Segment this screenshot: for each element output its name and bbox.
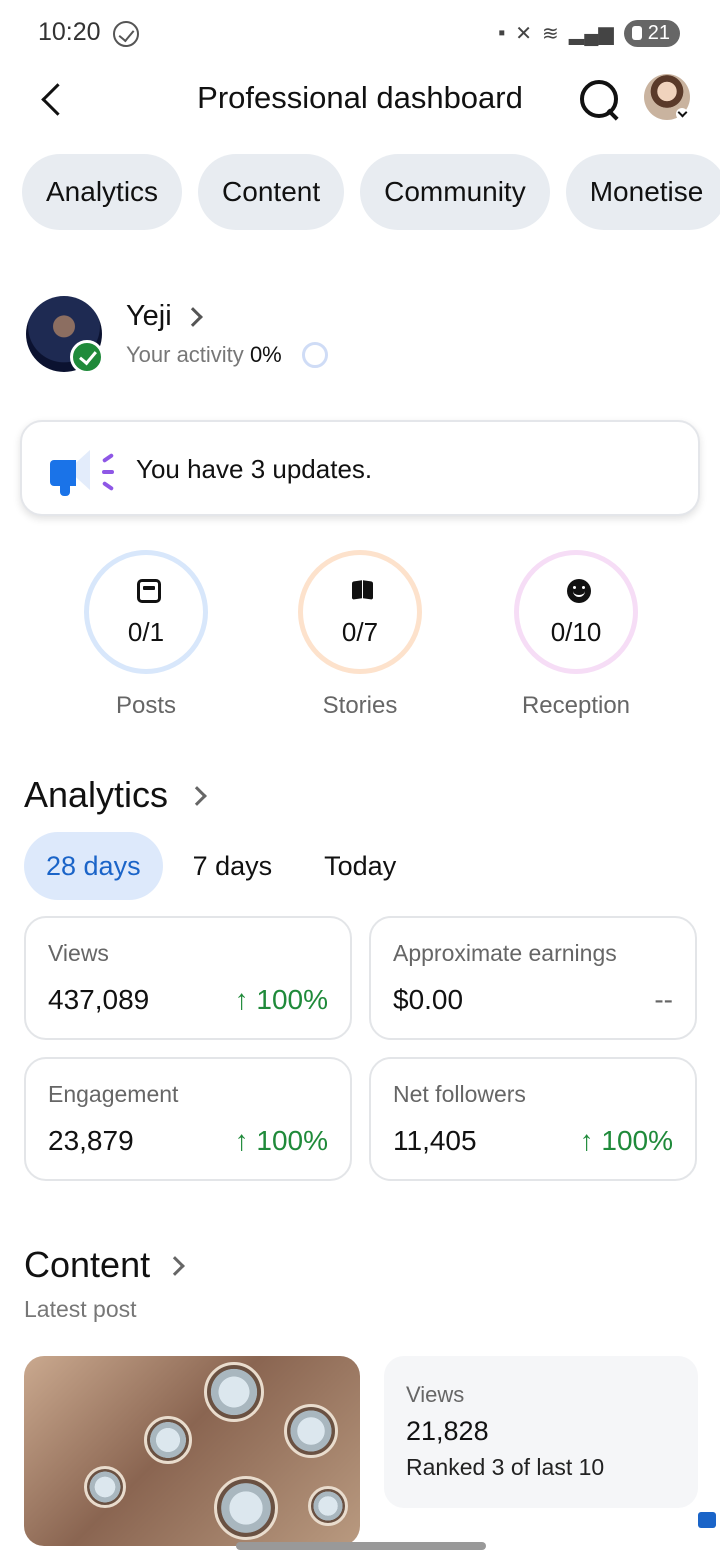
metric-value: 23,879 [48, 1125, 134, 1156]
metric-value: $0.00 [393, 984, 464, 1015]
book-icon [351, 579, 375, 603]
posts-label: Posts [115, 692, 177, 719]
stories-progress-ring: 0/7 [298, 550, 422, 674]
chevron-down-icon[interactable] [676, 108, 688, 120]
range-28-days[interactable]: 28 days [24, 832, 163, 900]
metric-card-earnings[interactable]: Approximate earnings $0.00 -- [369, 916, 697, 1040]
wifi-icon: ≋ [542, 23, 559, 45]
status-bar: 10:20 ▪ ✕ ≋ ▂▄▆ 21 [0, 0, 720, 66]
reception-value: 0/10 [550, 617, 602, 647]
activity-label: Your activity [126, 342, 244, 367]
reception-label: Reception [521, 692, 631, 719]
metric-label: Approximate earnings [393, 940, 617, 966]
post-icon [137, 579, 161, 603]
activity-value: 0% [249, 342, 282, 367]
post-views-label: Views [406, 1382, 465, 1407]
megaphone-icon [46, 448, 116, 496]
metric-delta: ↑ 100% [579, 1125, 673, 1156]
check-circle-icon [113, 21, 139, 47]
folder-lock-icon [698, 1512, 716, 1528]
updates-text: You have 3 updates. [136, 454, 373, 484]
reception-progress-ring: 0/10 [514, 550, 638, 674]
metric-value: 437,089 [48, 984, 150, 1015]
tab-community[interactable]: Community [360, 154, 550, 230]
mute-icon: ✕ [515, 23, 533, 45]
range-7-days[interactable]: 7 days [171, 832, 295, 900]
status-time: 10:20 [38, 18, 101, 46]
latest-post-stats-card[interactable]: Views 21,828 Ranked 3 of last 10 [384, 1356, 698, 1508]
metric-label: Views [48, 940, 109, 966]
metric-label: Engagement [48, 1081, 179, 1107]
metric-card-engagement[interactable]: Engagement 23,879 ↑ 100% [24, 1057, 352, 1181]
metric-value: 11,405 [393, 1125, 477, 1156]
range-today[interactable]: Today [302, 832, 418, 900]
chevron-right-icon[interactable] [187, 786, 207, 806]
stories-value: 0/7 [341, 617, 379, 647]
activity-progress-ring [302, 342, 328, 368]
updates-card[interactable]: You have 3 updates. [20, 420, 700, 516]
chevron-right-icon[interactable] [165, 1256, 185, 1276]
latest-post-thumbnail[interactable] [24, 1356, 360, 1546]
section-tabs: Analytics Content Community Monetise [22, 154, 720, 230]
latest-post-label: Latest post [24, 1296, 137, 1322]
analytics-heading[interactable]: Analytics [24, 774, 168, 816]
content-heading[interactable]: Content [24, 1244, 150, 1286]
folder-lock-icon: ▪ [498, 22, 506, 44]
battery-indicator: 21 [623, 20, 680, 47]
metric-label: Net followers [393, 1081, 526, 1107]
tab-monetise[interactable]: Monetise [565, 154, 720, 230]
stories-label: Stories [322, 692, 398, 719]
profile-row[interactable]: Yeji Your activity 0% [26, 296, 706, 376]
tab-content[interactable]: Content [198, 154, 345, 230]
activity-status: Your activity 0% [126, 342, 282, 368]
stat-stories[interactable]: 0/7 Stories [280, 550, 440, 720]
home-indicator[interactable] [236, 1542, 486, 1550]
profile-name[interactable]: Yeji [126, 300, 172, 333]
verified-check-icon [70, 340, 104, 374]
top-app-bar: Professional dashboard [0, 66, 720, 134]
stat-posts[interactable]: 0/1 Posts [66, 550, 226, 720]
posts-value: 0/1 [127, 617, 165, 647]
tab-analytics[interactable]: Analytics [22, 154, 183, 230]
posts-progress-ring: 0/1 [84, 550, 208, 674]
metric-card-net-followers[interactable]: Net followers 11,405 ↑ 100% [369, 1057, 697, 1181]
signal-icon: ▂▄▆ [568, 23, 614, 45]
metric-delta: ↑ 100% [234, 1125, 328, 1156]
post-rank: Ranked 3 of last 10 [406, 1454, 605, 1480]
status-icons: ▪ ✕ ≋ ▂▄▆ 21 [498, 20, 680, 47]
date-range-selector: 28 days 7 days Today [24, 832, 418, 900]
post-views-value: 21,828 [406, 1416, 489, 1446]
metric-delta: ↑ 100% [234, 984, 328, 1015]
metric-delta: -- [654, 984, 673, 1015]
smile-icon [567, 579, 591, 603]
chevron-right-icon[interactable] [183, 307, 203, 327]
metric-card-views[interactable]: Views 437,089 ↑ 100% [24, 916, 352, 1040]
stat-reception[interactable]: 0/10 Reception [496, 550, 656, 720]
search-icon[interactable] [576, 76, 622, 122]
